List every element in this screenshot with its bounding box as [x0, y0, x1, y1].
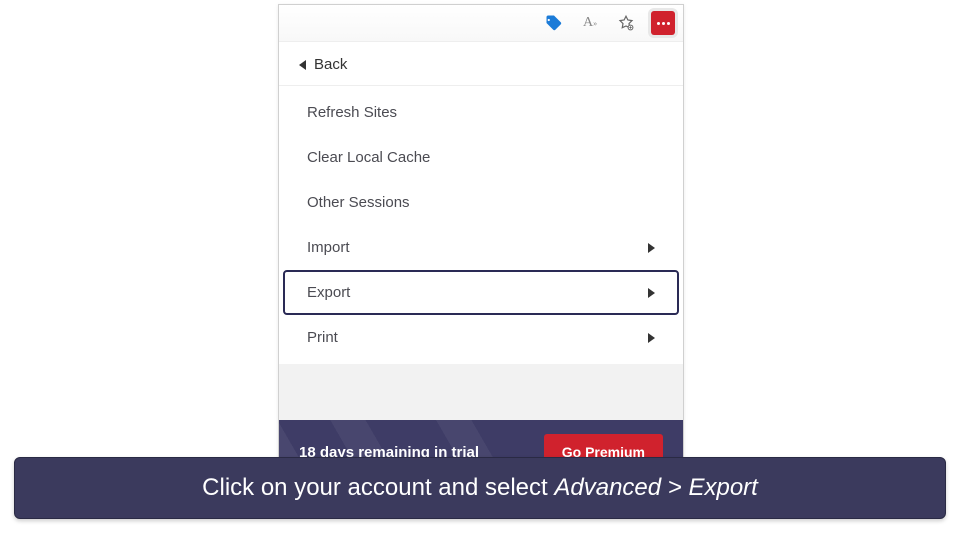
chevron-right-icon [648, 243, 655, 253]
menu-item-refresh-sites[interactable]: Refresh Sites [283, 90, 679, 135]
chevron-right-icon [648, 288, 655, 298]
menu-label: Import [307, 239, 350, 256]
browser-toolbar: A» [279, 5, 683, 42]
menu-item-import[interactable]: Import [283, 225, 679, 270]
menu-label: Other Sessions [307, 194, 410, 211]
menu-item-other-sessions[interactable]: Other Sessions [283, 180, 679, 225]
favorite-icon[interactable] [615, 12, 637, 34]
instruction-caption: Click on your account and select Advance… [14, 457, 946, 519]
menu-label: Refresh Sites [307, 104, 397, 121]
back-label: Back [314, 56, 347, 73]
back-button[interactable]: Back [279, 42, 683, 86]
menu-item-clear-local-cache[interactable]: Clear Local Cache [283, 135, 679, 180]
caption-italic: Advanced > Export [554, 474, 757, 501]
extension-popup: A» Back Refresh Sites Clear Local Cache … [278, 4, 684, 485]
menu-label: Export [307, 284, 350, 301]
tag-icon[interactable] [543, 12, 565, 34]
spacer [279, 364, 683, 420]
advanced-menu: Refresh Sites Clear Local Cache Other Se… [279, 86, 683, 364]
stage: A» Back Refresh Sites Clear Local Cache … [0, 0, 960, 533]
menu-label: Print [307, 329, 338, 346]
caption-prefix: Click on your account and select [202, 474, 554, 501]
menu-item-print[interactable]: Print [283, 315, 679, 360]
chevron-right-icon [648, 333, 655, 343]
caret-left-icon [299, 60, 306, 70]
menu-item-export[interactable]: Export [283, 270, 679, 315]
menu-label: Clear Local Cache [307, 149, 430, 166]
extension-icon[interactable] [651, 11, 675, 35]
text-icon[interactable]: A» [579, 12, 601, 34]
